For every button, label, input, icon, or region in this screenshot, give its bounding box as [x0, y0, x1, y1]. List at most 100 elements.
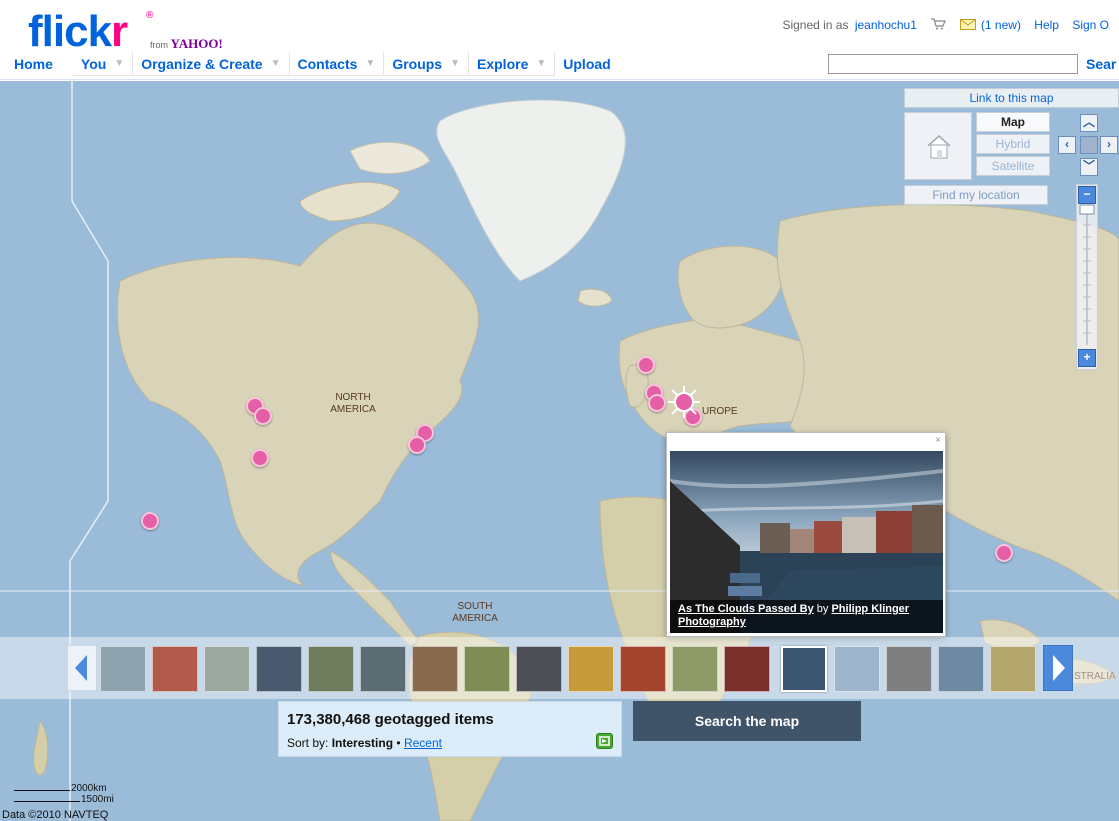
- photo-marker[interactable]: [251, 449, 269, 467]
- filmstrip-prev-button[interactable]: [66, 644, 98, 692]
- popup-photo[interactable]: As The Clouds Passed By by Philipp Kling…: [670, 451, 943, 633]
- map-label-north-america-line-2: AMERICA: [330, 404, 376, 415]
- filmstrip-thumbnail[interactable]: [672, 646, 718, 692]
- filmstrip-thumbnail[interactable]: [412, 646, 458, 692]
- logo-text-r: r: [111, 7, 128, 56]
- map-label-south-america-line-2: AMERICA: [452, 613, 498, 624]
- zoom-ticks: [1079, 204, 1095, 345]
- chevron-down-icon[interactable]: ▼: [536, 58, 546, 69]
- zoom-out-icon[interactable]: −: [1078, 186, 1096, 204]
- chevron-down-icon[interactable]: ▼: [365, 58, 375, 69]
- scale-km-label: 2000km: [71, 783, 107, 794]
- chevron-down-icon[interactable]: ▼: [271, 58, 281, 69]
- mail-new-link[interactable]: (1 new): [981, 18, 1021, 32]
- search-the-map-button[interactable]: Search the map: [633, 701, 861, 741]
- map-type-map[interactable]: Map: [976, 112, 1050, 132]
- pan-center-icon[interactable]: [1080, 136, 1098, 154]
- map-type-satellite[interactable]: Satellite: [976, 156, 1050, 176]
- search-button[interactable]: Sear: [1086, 56, 1116, 72]
- sort-recent-link[interactable]: Recent: [404, 736, 442, 750]
- logo-from-text: from: [150, 40, 168, 50]
- photo-filmstrip: [0, 637, 1119, 699]
- map-type-hybrid[interactable]: Hybrid: [976, 134, 1050, 154]
- filmstrip-thumbnail[interactable]: [516, 646, 562, 692]
- nav-groups-label: Groups: [392, 55, 443, 72]
- chevron-down-icon[interactable]: ▼: [114, 58, 124, 69]
- chevron-down-icon[interactable]: ▼: [450, 58, 460, 69]
- sort-interesting[interactable]: Interesting: [332, 736, 393, 750]
- map-scale: 2000km 1500mi: [14, 783, 114, 805]
- photo-marker[interactable]: [995, 544, 1013, 562]
- yahoo-logo-text: YAHOO!: [170, 36, 223, 51]
- geotagged-count: 173,380,468 geotagged items: [287, 711, 494, 728]
- home-button[interactable]: [904, 112, 972, 180]
- filmstrip-thumbnail[interactable]: [938, 646, 984, 692]
- logo-text-flick: flick: [28, 7, 112, 56]
- photo-marker[interactable]: [637, 356, 655, 374]
- sign-out-link[interactable]: Sign O: [1072, 18, 1109, 32]
- photo-marker[interactable]: [648, 394, 666, 412]
- photo-marker[interactable]: [408, 436, 426, 454]
- scale-bar-km: [14, 790, 70, 791]
- map-label-europe: UROPE: [702, 406, 738, 417]
- pan-right-icon[interactable]: ›: [1100, 136, 1118, 154]
- nav-explore-label: Explore: [477, 55, 529, 72]
- search-input[interactable]: [828, 54, 1078, 74]
- mail-icon[interactable]: [959, 18, 976, 33]
- filmstrip-thumbnail[interactable]: [464, 646, 510, 692]
- find-my-location-button[interactable]: Find my location: [904, 185, 1048, 205]
- nav-upload[interactable]: Upload: [555, 52, 618, 76]
- close-icon[interactable]: ×: [935, 435, 941, 446]
- filmstrip-thumbnail[interactable]: [620, 646, 666, 692]
- nav-explore[interactable]: Explore ▼: [469, 52, 556, 76]
- filmstrip-thumbnail[interactable]: [360, 646, 406, 692]
- filmstrip-thumbnail[interactable]: [100, 646, 146, 692]
- popup-photo-title[interactable]: As The Clouds Passed By: [678, 603, 814, 615]
- signed-in-label: Signed in as: [782, 18, 849, 32]
- filmstrip-thumbnail[interactable]: [724, 646, 770, 692]
- sort-separator: •: [396, 736, 401, 750]
- nav-organize[interactable]: Organize & Create ▼: [133, 52, 290, 76]
- arrow-right-icon: [1042, 644, 1074, 692]
- filmstrip-thumbnail[interactable]: [204, 646, 250, 692]
- filmstrip-thumbnail[interactable]: [256, 646, 302, 692]
- filmstrip-thumbnail[interactable]: [568, 646, 614, 692]
- help-link[interactable]: Help: [1034, 18, 1059, 32]
- map-label-south-america: SOUTH AMERICA: [440, 601, 510, 625]
- selected-photo-marker[interactable]: [667, 385, 701, 419]
- zoom-slider[interactable]: [1076, 184, 1098, 370]
- scale-km: 2000km: [14, 783, 114, 794]
- filmstrip-next-button[interactable]: [1042, 644, 1074, 692]
- photo-marker[interactable]: [254, 407, 272, 425]
- filmstrip-thumbnail[interactable]: [834, 646, 880, 692]
- username-link[interactable]: jeanhochu1: [855, 18, 917, 32]
- photo-marker[interactable]: [141, 512, 159, 530]
- nav-you[interactable]: You ▼: [72, 52, 134, 76]
- home-icon: [925, 133, 953, 166]
- scale-mi: 1500mi: [14, 794, 114, 805]
- flickr-logo[interactable]: flickr ® from YAHOO!: [28, 7, 223, 56]
- filmstrip-thumbnail[interactable]: [308, 646, 354, 692]
- pan-up-icon[interactable]: ︿: [1080, 114, 1098, 132]
- nav-groups[interactable]: Groups ▼: [384, 52, 469, 76]
- geotag-count-panel: 173,380,468 geotagged items Sort by: Int…: [278, 701, 622, 757]
- pan-left-icon[interactable]: ‹: [1058, 136, 1076, 154]
- pan-down-icon[interactable]: ﹀: [1080, 158, 1098, 176]
- scale-bar-mi: [14, 801, 80, 802]
- filmstrip-thumbnail[interactable]: [886, 646, 932, 692]
- cart-icon[interactable]: [930, 18, 947, 33]
- sort-options: Sort by: Interesting • Recent: [287, 736, 442, 750]
- popup-by-label: by: [816, 603, 829, 615]
- nav-home[interactable]: Home: [0, 52, 61, 76]
- link-to-map-button[interactable]: Link to this map: [904, 88, 1119, 108]
- map-label-north-america: NORTH AMERICA: [318, 392, 388, 416]
- nav-you-label: You: [80, 55, 107, 72]
- filmstrip-thumbnail-selected[interactable]: [781, 646, 827, 692]
- logo-from-yahoo: from YAHOO!: [150, 36, 223, 52]
- filmstrip-thumbnail[interactable]: [152, 646, 198, 692]
- zoom-in-icon[interactable]: +: [1078, 349, 1096, 367]
- filmstrip-thumbnail[interactable]: [990, 646, 1036, 692]
- slideshow-icon[interactable]: [596, 733, 613, 749]
- nav-contacts[interactable]: Contacts ▼: [289, 52, 385, 76]
- nav-contacts-label: Contacts: [297, 55, 358, 72]
